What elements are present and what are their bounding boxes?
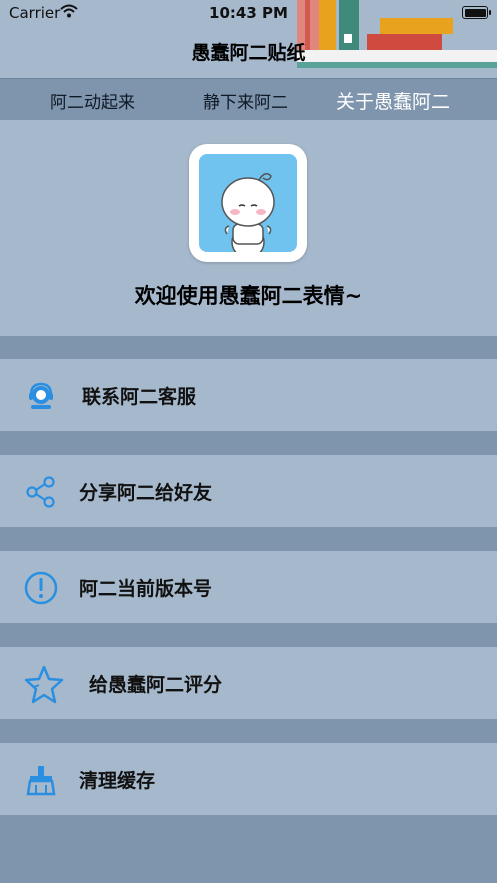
battery-icon [462,6,491,19]
version-label: 阿二当前版本号 [79,578,213,600]
clear-cache-label: 清理缓存 [79,770,156,792]
navigation-header: Carrier 10:43 PM 愚蠢阿二贴纸 [0,0,497,78]
status-time: 10:43 PM [209,4,288,22]
mascot-icon [221,173,275,252]
app-logo [189,144,307,262]
share-row[interactable]: 分享阿二给好友 [0,455,497,527]
tab-static[interactable]: 静下来阿二 [203,88,288,113]
share-label: 分享阿二给好友 [79,482,213,504]
welcome-text: 欢迎使用愚蠢阿二表情~ [134,284,363,308]
rate-label: 给愚蠢阿二评分 [89,674,223,696]
tab-about[interactable]: 关于愚蠢阿二 [336,87,450,114]
segment-tabs: 阿二动起来 静下来阿二 关于愚蠢阿二 [0,78,497,121]
share-icon [26,476,55,508]
nav-title: 愚蠢阿二贴纸 [191,42,306,64]
star-icon [24,665,64,704]
customer-service-icon [29,382,53,409]
broom-icon [26,766,56,796]
contact-support-row[interactable]: 联系阿二客服 [0,359,497,431]
status-bar: Carrier 10:43 PM [0,0,497,26]
about-header-card: 欢迎使用愚蠢阿二表情~ [0,120,497,336]
info-icon [24,571,58,605]
rate-row[interactable]: 给愚蠢阿二评分 [0,647,497,719]
tab-animated[interactable]: 阿二动起来 [50,88,135,113]
version-row[interactable]: 阿二当前版本号 [0,551,497,623]
contact-support-label: 联系阿二客服 [82,386,197,408]
clear-cache-row[interactable]: 清理缓存 [0,743,497,815]
